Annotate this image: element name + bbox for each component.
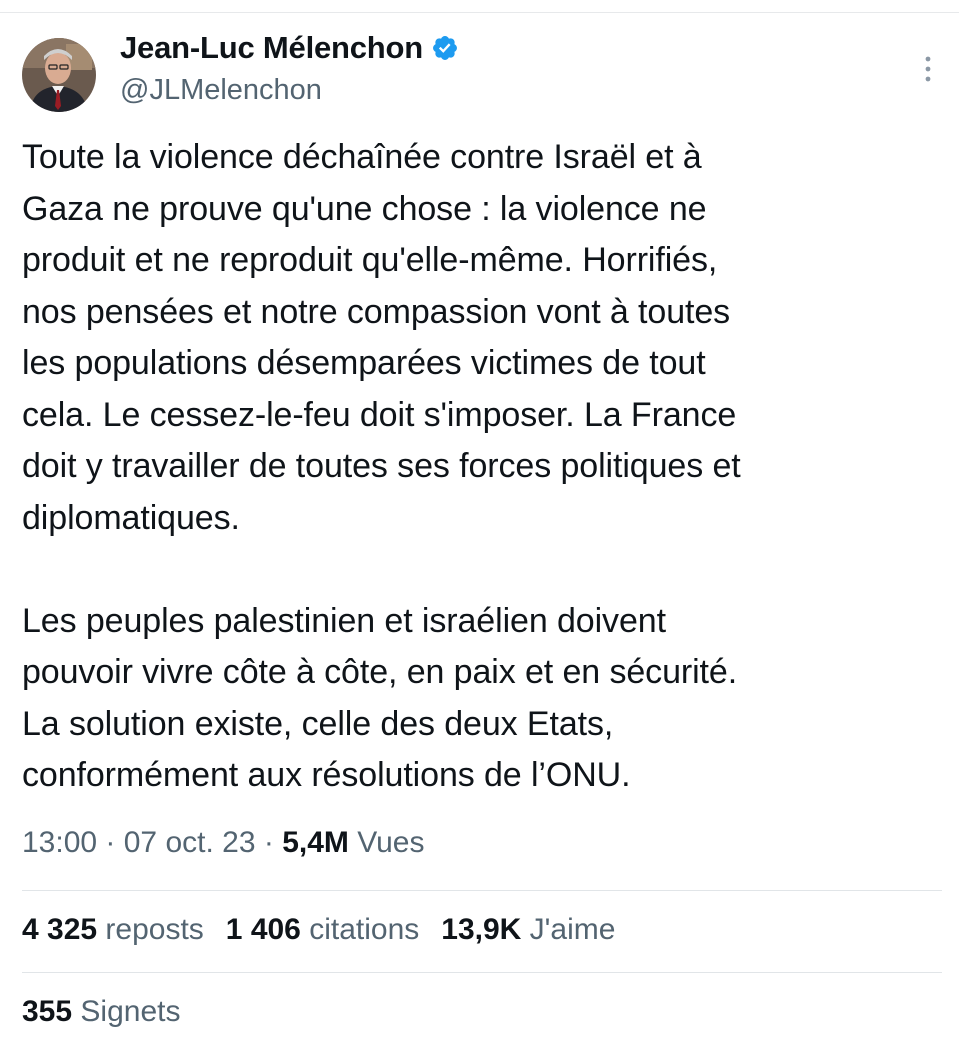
tweet-meta: 13:00 · 07 oct. 23 · 5,4M Vues xyxy=(22,826,425,860)
meta-separator: · xyxy=(255,826,283,859)
likes-count: 13,9K xyxy=(441,913,522,946)
author-name-row[interactable]: Jean-Luc Mélenchon xyxy=(120,30,459,66)
tweet-time[interactable]: 13:00 xyxy=(22,826,97,859)
more-options-icon[interactable] xyxy=(916,52,940,86)
verified-badge-icon[interactable] xyxy=(431,34,459,62)
reposts-stat[interactable]: 4 325 reposts xyxy=(22,913,204,947)
likes-stat[interactable]: 13,9K J'aime xyxy=(441,913,615,947)
views-count: 5,4M xyxy=(282,826,349,859)
bookmarks-stat[interactable]: 355 Signets xyxy=(22,995,180,1029)
quotes-label: citations xyxy=(300,913,420,946)
tweet-date[interactable]: 07 oct. 23 xyxy=(124,826,256,859)
divider xyxy=(22,890,942,891)
engagement-stats: 4 325 reposts 1 406 citations 13,9K J'aime xyxy=(22,913,637,947)
bookmarks-label: Signets xyxy=(72,995,181,1028)
likes-label: J'aime xyxy=(521,913,616,946)
top-divider xyxy=(0,12,959,13)
author-name[interactable]: Jean-Luc Mélenchon xyxy=(120,30,423,66)
reposts-count: 4 325 xyxy=(22,913,98,946)
divider xyxy=(22,972,942,973)
author-handle[interactable]: @JLMelenchon xyxy=(120,74,322,107)
tweet-text: Toute la violence déchaînée contre Israë… xyxy=(22,138,741,794)
meta-separator: · xyxy=(97,826,124,859)
quotes-count: 1 406 xyxy=(225,913,301,946)
reposts-label: reposts xyxy=(97,913,204,946)
avatar[interactable] xyxy=(22,38,96,112)
quotes-stat[interactable]: 1 406 citations xyxy=(226,913,419,947)
avatar-photo-icon xyxy=(22,38,96,112)
views-label: Vues xyxy=(348,826,425,859)
bookmarks-count: 355 xyxy=(22,995,73,1028)
